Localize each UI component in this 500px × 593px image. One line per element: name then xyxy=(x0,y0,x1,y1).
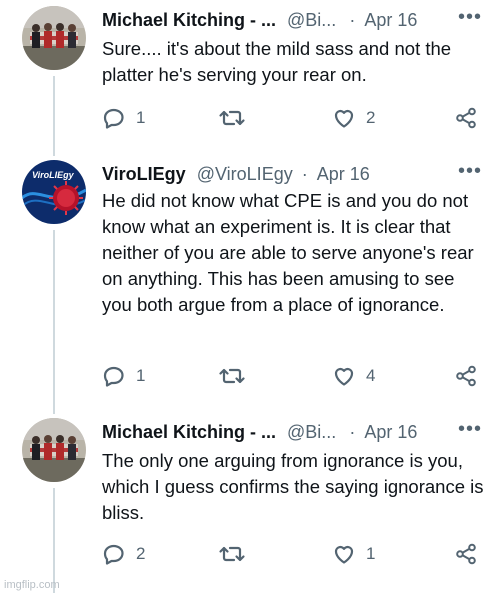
retweet-button[interactable] xyxy=(218,364,256,388)
tweet-date[interactable]: Apr 16 xyxy=(317,164,370,184)
tweet-date[interactable]: Apr 16 xyxy=(364,422,417,442)
author-handle[interactable]: @Bi... xyxy=(287,10,336,30)
tweet[interactable]: Michael Kitching - ... @Bi... · Apr 16 •… xyxy=(0,0,500,150)
reply-icon xyxy=(103,108,124,129)
author-handle[interactable]: @ViroLIEgy xyxy=(197,164,293,184)
team-photo-avatar-image xyxy=(22,418,86,482)
reply-button[interactable]: 2 xyxy=(102,542,145,566)
share-button[interactable] xyxy=(454,542,478,566)
tweet-text: He did not know what CPE is and you do n… xyxy=(102,190,474,315)
reply-count: 1 xyxy=(136,366,146,385)
avatar-logo-text: ViroLIEgy xyxy=(32,170,74,180)
tweet-date[interactable]: Apr 16 xyxy=(364,10,417,30)
separator-dot: · xyxy=(301,164,308,184)
watermark: imgflip.com xyxy=(4,579,60,591)
like-count: 1 xyxy=(366,544,376,563)
reply-icon xyxy=(103,366,124,387)
tweet-actions: 2 1 xyxy=(102,542,482,566)
retweet-icon xyxy=(219,368,245,384)
more-options-icon[interactable]: ••• xyxy=(458,419,482,439)
share-button[interactable] xyxy=(454,106,478,130)
like-button[interactable]: 4 xyxy=(332,364,375,388)
tweet-text: Sure.... it's about the mild sass and no… xyxy=(102,38,452,85)
heart-icon xyxy=(334,545,354,564)
heart-icon xyxy=(334,109,354,128)
avatar[interactable] xyxy=(22,418,86,482)
tweet-text: The only one arguing from ignorance is y… xyxy=(102,450,484,523)
avatar[interactable]: ViroLIEgy xyxy=(22,160,86,224)
like-button[interactable]: 1 xyxy=(332,542,375,566)
share-icon xyxy=(456,543,476,565)
like-count: 2 xyxy=(366,108,376,127)
reply-count: 2 xyxy=(136,544,146,563)
like-button[interactable]: 2 xyxy=(332,106,375,130)
author-handle[interactable]: @Bi... xyxy=(287,422,336,442)
tweet[interactable]: Michael Kitching - ... @Bi... · Apr 16 •… xyxy=(0,412,500,593)
separator-dot: · xyxy=(349,10,356,30)
retweet-button[interactable] xyxy=(218,542,256,566)
retweet-icon xyxy=(219,110,245,126)
share-button[interactable] xyxy=(454,364,478,388)
heart-icon xyxy=(334,367,354,386)
author-name[interactable]: ViroLIEgy xyxy=(102,164,186,184)
separator-dot: · xyxy=(349,422,356,442)
reply-count: 1 xyxy=(136,108,146,127)
share-icon xyxy=(456,107,476,129)
tweet-header: Michael Kitching - ... @Bi... · Apr 16 •… xyxy=(102,7,482,32)
more-options-icon[interactable]: ••• xyxy=(458,7,482,27)
tweet-header: ViroLIEgy @ViroLIEgy · Apr 16 ••• xyxy=(102,161,482,186)
tweet-actions: 1 2 xyxy=(102,106,482,130)
reply-button[interactable]: 1 xyxy=(102,364,145,388)
retweet-button[interactable] xyxy=(218,106,256,130)
more-options-icon[interactable]: ••• xyxy=(458,161,482,181)
author-name[interactable]: Michael Kitching - ... xyxy=(102,422,276,442)
retweet-icon xyxy=(219,546,245,562)
tweet[interactable]: ViroLIEgy ViroLIEgy @ViroLIEgy · Apr 16 … xyxy=(0,156,500,406)
reply-icon xyxy=(103,544,124,565)
like-count: 4 xyxy=(366,366,376,385)
share-icon xyxy=(456,365,476,387)
tweet-header: Michael Kitching - ... @Bi... · Apr 16 •… xyxy=(102,419,482,444)
avatar[interactable] xyxy=(22,6,86,70)
team-photo-avatar-image xyxy=(22,6,86,70)
author-name[interactable]: Michael Kitching - ... xyxy=(102,10,276,30)
reply-button[interactable]: 1 xyxy=(102,106,145,130)
tweet-actions: 1 4 xyxy=(102,364,482,388)
